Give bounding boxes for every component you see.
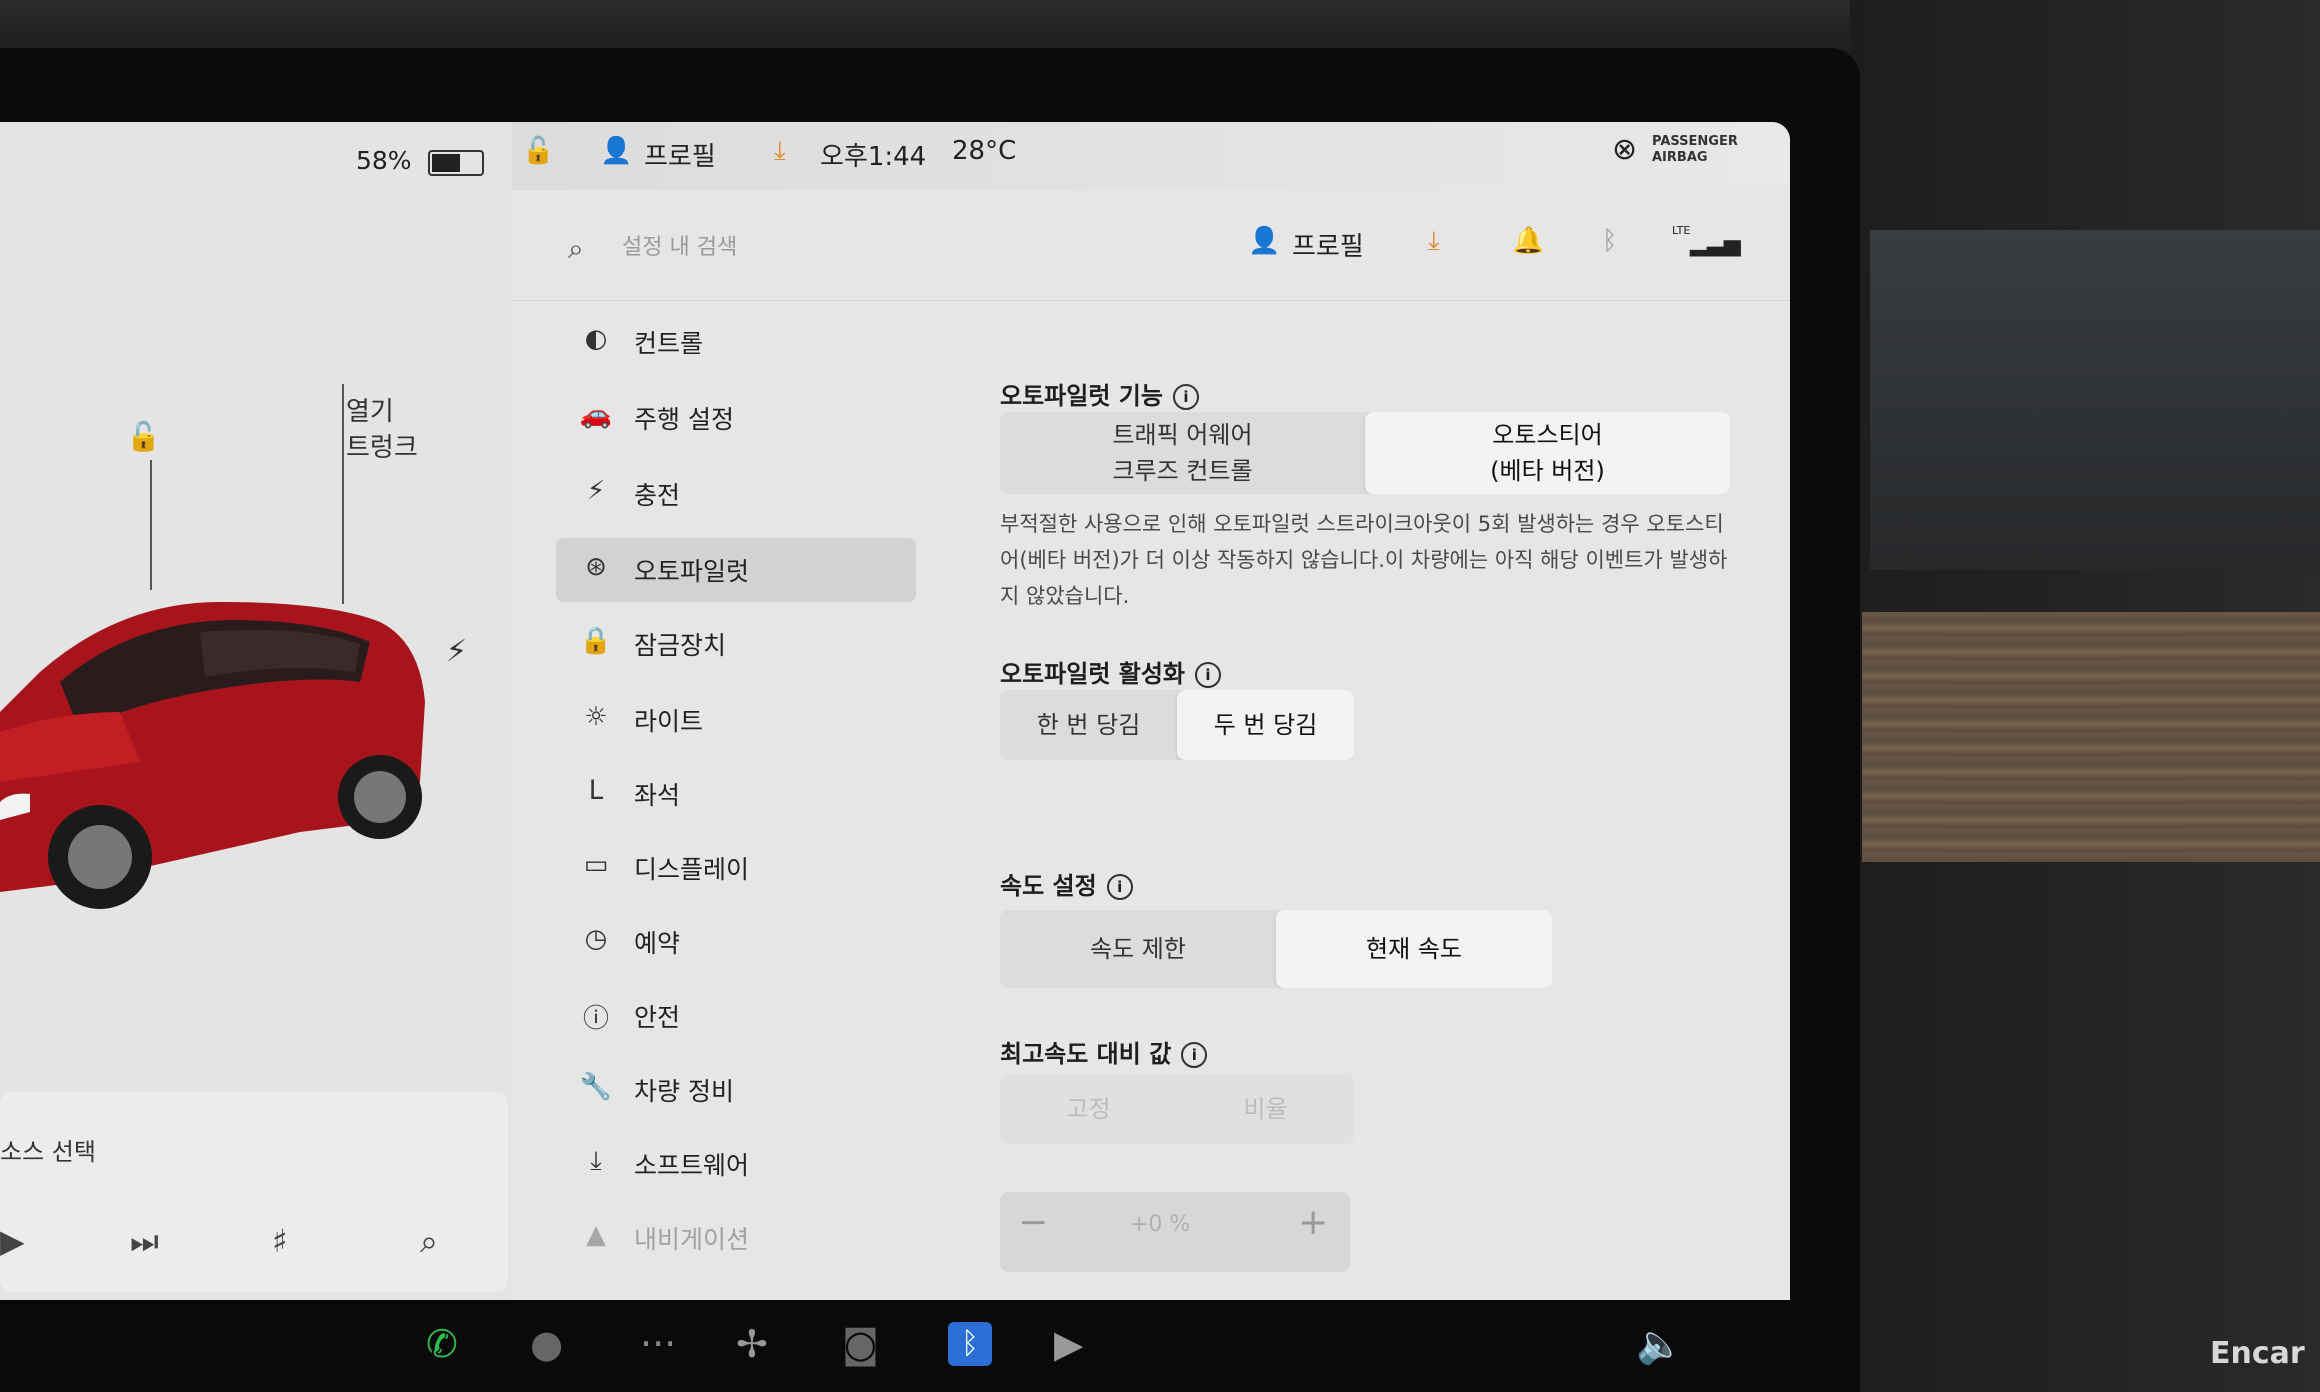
option-autosteer[interactable]: 오토스티어 (베타 버전) [1365,412,1730,494]
lte-label: LTE [1672,224,1691,237]
bolt-icon: ⚡ [586,476,606,506]
menu-item-charging[interactable]: ⚡ 충전 [556,462,916,526]
watermark: Encar [2210,1336,2305,1371]
speed-offset-stepper: − +0 % + [1000,1192,1350,1272]
car-image [0,602,425,909]
bluetooth-app-icon[interactable]: ᛒ [948,1322,992,1366]
wrench-icon: 🔧 [579,1072,613,1102]
autopilot-activation-selector: 한 번 당김 두 번 당김 [1000,690,1354,760]
option-double-pull[interactable]: 두 번 당김 [1177,690,1354,760]
status-bar: 🔓 👤 프로필 ⤓ 오후1:44 28°C ⊗ PASSENGER AIRBAG [512,122,1790,191]
media-search-icon[interactable]: ⌕ [420,1222,438,1261]
volume-icon[interactable]: 🔈 [1636,1322,1683,1367]
info-icon[interactable]: i [1195,662,1221,688]
update-download-icon[interactable]: ⤓ [774,136,786,167]
increase-button[interactable]: + [1298,1202,1328,1243]
menu-item-driving[interactable]: 🚗 주행 설정 [556,386,916,450]
lock-status-icon[interactable]: 🔓 [522,136,554,166]
menu-item-autopilot[interactable]: ⊛ 오토파일럿 [556,538,916,602]
trunk-label: 트렁크 [346,433,418,463]
safety-icon: ⓘ [582,1004,609,1034]
option-traffic-aware-cruise[interactable]: 트래픽 어웨어 크루즈 컨트롤 [1000,412,1365,494]
info-icon[interactable]: i [1172,384,1199,410]
charge-port-icon[interactable]: ⚡ [446,634,467,669]
touchscreen: 58% 🔓 열기 트렁크 ⚡ 소스 선택 ▶ ⏭ ♯ ⌕ 🔓 👤 프로필 ⤓ 오… [0,122,1790,1302]
dashcam-icon[interactable]: ◙ [842,1322,879,1366]
more-apps-icon[interactable]: ··· [640,1322,676,1366]
media-player-card [0,1092,508,1292]
autopilot-features-title: 오토파일럿 기능 i [1000,376,1199,411]
steering-wheel-icon: ⊛ [585,552,607,582]
equalizer-icon[interactable]: ♯ [272,1222,287,1260]
search-icon: ⌕ [568,232,584,265]
notification-bell-icon[interactable]: 🔔 [1512,226,1544,256]
clock-icon: ◷ [584,924,608,954]
menu-item-schedule[interactable]: ◷ 예약 [556,910,916,974]
info-icon[interactable]: i [1181,1042,1208,1068]
menu-item-locks[interactable]: 🔒 잠금장치 [556,612,916,676]
settings-search-input[interactable] [620,228,1024,266]
info-icon[interactable]: i [1106,874,1133,900]
battery-percent: 58% [356,146,412,175]
navigation-icon: ▲ [586,1220,606,1250]
wood-trim [1862,612,2320,862]
profile-button[interactable]: 프로필 [1292,226,1364,263]
profile-icon[interactable]: 👤 [600,136,632,166]
menu-item-service[interactable]: 🔧 차량 정비 [556,1058,916,1122]
display-icon: ▭ [583,850,609,880]
profile-icon[interactable]: 👤 [1248,226,1280,256]
menu-item-safety[interactable]: ⓘ 안전 [556,984,916,1048]
decrease-button[interactable]: − [1018,1202,1048,1243]
fan-icon[interactable]: ✢ [736,1322,768,1366]
next-track-icon[interactable]: ⏭ [130,1222,159,1261]
option-fixed[interactable]: 고정 [1000,1074,1177,1144]
camera-app-icon[interactable]: ● [530,1322,563,1366]
autopilot-activation-title: 오토파일럿 활성화 i [1000,654,1221,689]
trunk-open-button[interactable]: 열기 트렁크 [346,394,418,466]
light-icon: ☼ [584,702,608,732]
phone-icon[interactable]: ✆ [426,1322,458,1366]
media-app-icon[interactable]: ▶ [1054,1322,1083,1366]
speed-setting-selector: 속도 제한 현재 속도 [1000,910,1552,988]
play-icon[interactable]: ▶ [0,1222,25,1260]
unlock-icon[interactable]: 🔓 [126,420,161,453]
car-icon: 🚗 [579,400,613,430]
option-current-speed[interactable]: 현재 속도 [1276,910,1552,988]
battery-icon [428,150,484,176]
toggle-icon: ◐ [584,324,608,354]
menu-item-software[interactable]: ⤓ 소프트웨어 [556,1132,916,1196]
autopilot-features-selector: 트래픽 어웨어 크루즈 컨트롤 오토스티어 (베타 버전) [1000,412,1730,494]
seat-icon: ᒪ [588,776,604,806]
settings-header: ⌕ 👤 프로필 ⤓ 🔔 ᛒ LTE ▂▃▅ [512,190,1790,301]
autopilot-strikeout-description: 부적절한 사용으로 인해 오토파일럿 스트라이크아웃이 5회 발생하는 경우 오… [1000,512,1728,608]
car-status-panel: 58% 🔓 열기 트렁크 ⚡ 소스 선택 ▶ ⏭ ♯ ⌕ [0,122,512,1302]
signal-strength-icon: ▂▃▅ [1690,232,1741,257]
menu-item-display[interactable]: ▭ 디스플레이 [556,836,916,900]
passenger-airbag-indicator: PASSENGER AIRBAG [1652,134,1738,165]
download-icon: ⤓ [590,1146,602,1176]
settings-panel: ⌕ 👤 프로필 ⤓ 🔔 ᛒ LTE ▂▃▅ ◐ 컨트롤 🚗 주행 설정 ⚡ 충전… [512,190,1790,1302]
option-percentage[interactable]: 비율 [1177,1074,1354,1144]
profile-label[interactable]: 프로필 [644,136,716,173]
option-speed-limit[interactable]: 속도 제한 [1000,910,1276,988]
taskbar: ✆ ● ··· ✢ ◙ ᛒ ▶ 🔈 [0,1300,1860,1392]
clock-time: 오후1:44 [820,142,927,172]
speed-offset-mode-selector: 고정 비율 [1000,1074,1354,1144]
menu-item-controls[interactable]: ◐ 컨트롤 [556,310,916,374]
outside-temperature: 28°C [952,136,1017,166]
option-single-pull[interactable]: 한 번 당김 [1000,690,1177,760]
speed-offset-title: 최고속도 대비 값i [1000,1034,1208,1069]
speed-offset-value: +0 % [1130,1212,1191,1237]
speed-setting-title: 속도 설정 i [1000,866,1133,901]
software-update-icon[interactable]: ⤓ [1428,226,1440,257]
bluetooth-icon[interactable]: ᛒ [1602,226,1618,256]
menu-item-seats[interactable]: ᒪ 좌석 [556,762,916,826]
airbag-off-icon: ⊗ [1612,132,1638,167]
lock-icon: 🔒 [579,626,613,656]
menu-item-navigation[interactable]: ▲ 내비게이션 [556,1206,916,1270]
trunk-open-label: 열기 [346,397,394,427]
media-source-select[interactable]: 소스 선택 [0,1132,96,1167]
menu-item-lights[interactable]: ☼ 라이트 [556,688,916,752]
dashboard-panel [1870,230,2320,570]
